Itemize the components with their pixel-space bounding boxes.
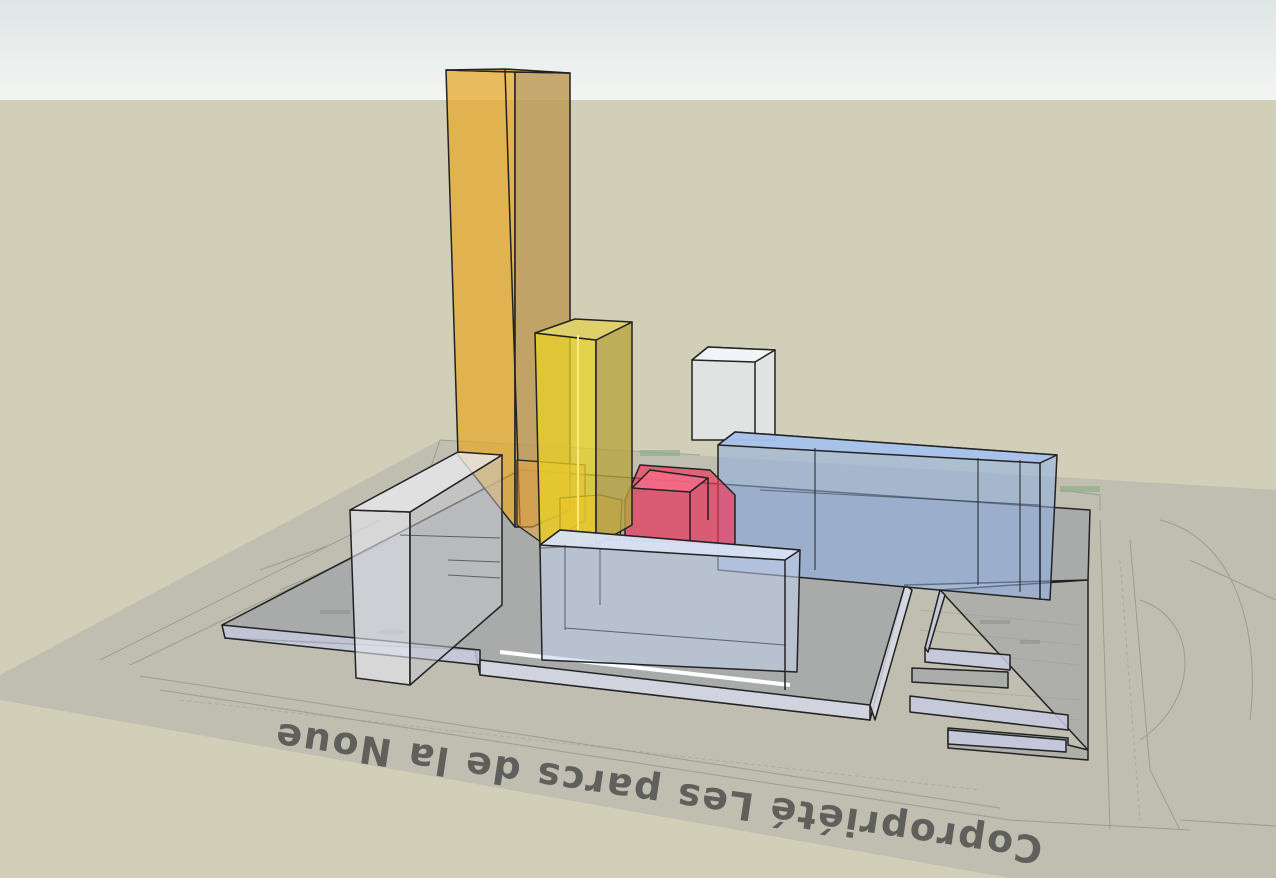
sketchup-viewport[interactable]: Copropriété Les parcs de la Noue: [0, 0, 1276, 878]
sky: [0, 0, 1276, 100]
yellow-tower[interactable]: [534, 318, 633, 549]
white-tower[interactable]: [691, 346, 776, 441]
